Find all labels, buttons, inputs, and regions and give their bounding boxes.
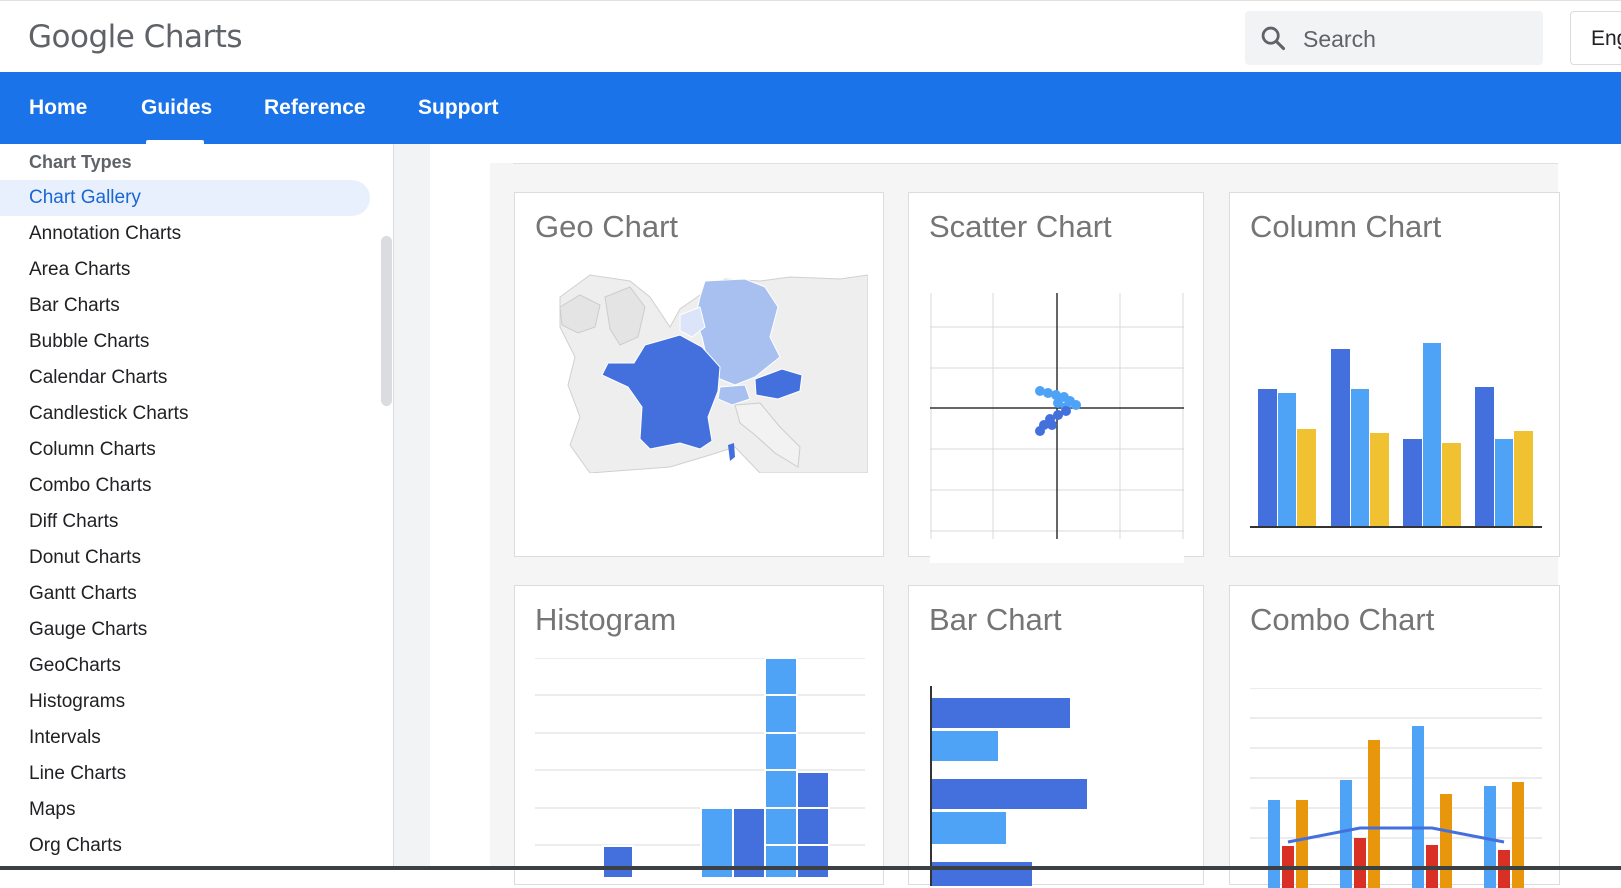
scatter-chart-thumbnail <box>930 293 1184 563</box>
tab-guides[interactable]: Guides <box>141 96 212 120</box>
tab-support[interactable]: Support <box>418 96 498 120</box>
histogram-thumbnail <box>535 658 865 878</box>
card-title: Combo Chart <box>1250 602 1435 637</box>
sidebar-item-line-charts[interactable]: Line Charts <box>29 763 126 785</box>
sidebar-item-column-charts[interactable]: Column Charts <box>29 439 156 461</box>
sidebar-item-annotation-charts[interactable]: Annotation Charts <box>29 223 181 245</box>
sidebar-item-bubble-charts[interactable]: Bubble Charts <box>29 331 149 353</box>
sidebar-item-area-charts[interactable]: Area Charts <box>29 259 130 281</box>
geo-chart-thumbnail <box>550 267 868 473</box>
window-bottom-edge <box>0 866 1621 870</box>
sidebar-item-chart-gallery[interactable]: Chart Gallery <box>29 187 141 209</box>
sidebar-item-bar-charts[interactable]: Bar Charts <box>29 295 120 317</box>
column-chart-thumbnail <box>1250 343 1542 553</box>
sidebar-scrollbar[interactable] <box>381 236 392 406</box>
primary-nav: Home Guides Reference Support <box>0 72 1621 144</box>
sidebar-item-calendar-charts[interactable]: Calendar Charts <box>29 367 167 389</box>
sidebar-item-donut-charts[interactable]: Donut Charts <box>29 547 141 569</box>
tab-home[interactable]: Home <box>29 96 87 120</box>
card-title: Histogram <box>535 602 677 637</box>
sidebar: Chart Types Chart Gallery Annotation Cha… <box>0 144 394 870</box>
language-selector[interactable]: Eng <box>1570 11 1621 65</box>
gallery-card-histogram[interactable]: Histogram <box>514 585 884 885</box>
card-title: Scatter Chart <box>929 209 1112 244</box>
sidebar-item-org-charts[interactable]: Org Charts <box>29 835 122 857</box>
language-label: Eng <box>1591 27 1621 50</box>
sidebar-heading: Chart Types <box>29 152 132 172</box>
sidebar-item-gantt-charts[interactable]: Gantt Charts <box>29 583 137 605</box>
site-logo[interactable]: Google Charts <box>28 19 243 55</box>
sidebar-item-geocharts[interactable]: GeoCharts <box>29 655 121 677</box>
gallery-card-combo-chart[interactable]: Combo Chart <box>1229 585 1560 888</box>
gallery-card-bar-chart[interactable]: Bar Chart <box>908 585 1204 886</box>
sidebar-item-maps[interactable]: Maps <box>29 799 75 821</box>
gallery-divider <box>513 163 1558 164</box>
sidebar-item-gauge-charts[interactable]: Gauge Charts <box>29 619 147 641</box>
card-title: Bar Chart <box>929 602 1062 637</box>
search-input[interactable]: Search <box>1245 11 1543 65</box>
sidebar-item-candlestick-charts[interactable]: Candlestick Charts <box>29 403 188 425</box>
card-title: Column Chart <box>1250 209 1442 244</box>
gallery-card-geo-chart[interactable]: Geo Chart <box>514 192 884 557</box>
sidebar-item-combo-charts[interactable]: Combo Charts <box>29 475 152 497</box>
top-bar: Google Charts Search Eng <box>0 0 1621 72</box>
gallery-card-scatter-chart[interactable]: Scatter Chart <box>908 192 1204 563</box>
combo-chart-thumbnail <box>1250 688 1542 888</box>
gallery-card-column-chart[interactable]: Column Chart <box>1229 192 1560 557</box>
content-gutter <box>394 144 430 870</box>
bar-chart-thumbnail <box>930 686 1087 886</box>
sidebar-item-histograms[interactable]: Histograms <box>29 691 125 713</box>
card-title: Geo Chart <box>535 209 679 244</box>
sidebar-item-diff-charts[interactable]: Diff Charts <box>29 511 118 533</box>
sidebar-item-intervals[interactable]: Intervals <box>29 727 101 749</box>
tab-reference[interactable]: Reference <box>264 96 366 120</box>
search-icon <box>1261 26 1286 51</box>
search-placeholder: Search <box>1303 26 1376 52</box>
